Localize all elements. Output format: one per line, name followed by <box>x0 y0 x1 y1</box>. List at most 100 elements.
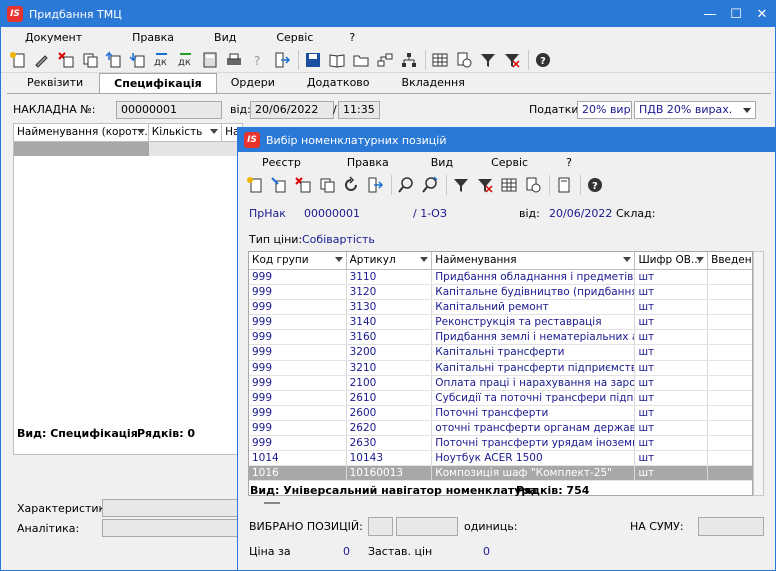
nakl-number-field[interactable]: 00000001 <box>116 101 222 119</box>
folder-icon[interactable] <box>350 49 372 71</box>
filter-icon[interactable] <box>477 49 499 71</box>
edit-icon[interactable] <box>31 49 53 71</box>
dialog-new-icon[interactable] <box>244 174 266 196</box>
history-icon[interactable] <box>453 49 475 71</box>
col-entered[interactable]: Введен <box>708 252 752 269</box>
dialog-edit-icon[interactable] <box>268 174 290 196</box>
tab-requisites[interactable]: Реквізити <box>11 73 99 93</box>
dialog-filter-icon[interactable] <box>450 174 472 196</box>
dialog-copy-icon[interactable] <box>316 174 338 196</box>
tab-specification[interactable]: Специфікація <box>99 73 217 93</box>
print-icon[interactable] <box>223 49 245 71</box>
table-row[interactable]: 999 3160 Придбання землі і нематеріальних … <box>249 330 752 346</box>
tax-type-select[interactable]: ПДВ 20% вирах. <box>634 101 756 119</box>
time-field[interactable]: 11:35 <box>338 101 380 119</box>
dialog-clear-filter-icon[interactable] <box>474 174 496 196</box>
dialog-menu-service[interactable]: Сервіс <box>491 156 528 169</box>
col-name[interactable]: Найменування (корот... <box>14 124 149 141</box>
dialog-delete-icon[interactable] <box>292 174 314 196</box>
table-cell: шт <box>635 375 709 390</box>
hierarchy-icon[interactable] <box>398 49 420 71</box>
nakl-label: НАКЛАДНА №: <box>13 103 96 116</box>
grid-hscroll-thumb[interactable] <box>264 502 280 504</box>
save-icon[interactable] <box>302 49 324 71</box>
spec-grid[interactable]: Найменування (корот... Кількість На <box>13 123 243 455</box>
table-row[interactable]: 9993210Капітальні трансферти підприємств… <box>249 360 752 376</box>
dialog-table-icon[interactable] <box>498 174 520 196</box>
date-field[interactable]: 20/06/2022 <box>250 101 334 119</box>
dialog-refresh-icon[interactable] <box>340 174 362 196</box>
debit-credit-2-icon[interactable]: дк <box>175 49 197 71</box>
move-up-icon[interactable] <box>103 49 125 71</box>
characteristics-field[interactable] <box>102 499 242 517</box>
table-row[interactable]: 999 3110 Придбання обладнання і предметів … <box>249 270 752 286</box>
table-row[interactable]: 999 2600 Поточні трансферти шт <box>249 405 752 421</box>
clear-filter-icon[interactable] <box>501 49 523 71</box>
col-group-code[interactable]: Код групи <box>249 252 347 269</box>
spec-empty-row[interactable] <box>14 142 242 156</box>
menu-document[interactable]: Документ <box>25 31 82 44</box>
table-row[interactable]: 1016 10160013 Композиція шаф "Комплект-25"… <box>249 466 752 482</box>
delete-icon[interactable] <box>55 49 77 71</box>
dialog-menu-edit[interactable]: Правка <box>347 156 389 169</box>
col-ov-code[interactable]: Шифр ОВ... <box>635 252 709 269</box>
col-article[interactable]: Артикул <box>347 252 433 269</box>
dialog-menu-registry[interactable]: Реєстр <box>262 156 301 169</box>
tax-dropdown-icon[interactable] <box>743 108 751 113</box>
table-cell <box>708 406 752 420</box>
analytics-field[interactable] <box>102 519 242 537</box>
link-icon[interactable] <box>374 49 396 71</box>
table-cell: Субсидії та поточні трансфери підпри... <box>432 390 636 405</box>
close-button[interactable]: ✕ <box>749 1 775 27</box>
move-down-icon[interactable] <box>127 49 149 71</box>
table-cell: Придбання обладнання і предметів до... <box>432 270 636 285</box>
dialog-search-next-icon[interactable] <box>419 174 441 196</box>
table-row[interactable]: 9992630Поточні трансферти урядам іноземн… <box>249 436 752 452</box>
table-row[interactable]: 999 3200 Капітальні трансферти шт <box>249 345 752 361</box>
help-icon[interactable]: ? <box>532 49 554 71</box>
grid-vscrollbar[interactable] <box>753 251 764 496</box>
table-row[interactable]: 999 2610 Субсидії та поточні трансфери під… <box>249 390 752 406</box>
new-icon[interactable] <box>7 49 29 71</box>
dialog-exit-icon[interactable] <box>364 174 386 196</box>
dialog-help-icon[interactable]: ? <box>584 174 606 196</box>
col-quantity[interactable]: Кількість <box>149 124 223 141</box>
dialog-document-icon[interactable] <box>553 174 575 196</box>
col-name[interactable]: Найменування <box>432 252 636 269</box>
help-page-icon[interactable]: ? <box>247 49 269 71</box>
tab-orders[interactable]: Ордери <box>217 73 289 93</box>
menu-edit[interactable]: Правка <box>132 31 174 44</box>
minimize-button[interactable]: — <box>697 1 723 27</box>
nomenclature-grid[interactable]: Код групи Артикул Найменування Шифр ОВ..… <box>248 251 753 496</box>
copy-icon[interactable] <box>79 49 101 71</box>
book-icon[interactable] <box>326 49 348 71</box>
menu-help[interactable]: ? <box>349 31 355 44</box>
svg-text:?: ? <box>254 54 260 68</box>
menu-service[interactable]: Сервіс <box>276 31 313 44</box>
dialog-search-icon[interactable] <box>395 174 417 196</box>
dialog-history-icon[interactable] <box>522 174 544 196</box>
table-row[interactable]: 1014 10143 Ноутбук ACER 1500 шт <box>249 451 752 467</box>
dialog-date-label: від: <box>519 207 540 220</box>
maximize-button[interactable]: ☐ <box>723 1 749 27</box>
tab-additional[interactable]: Додатково <box>289 73 388 93</box>
tab-attachments[interactable]: Вкладення <box>388 73 479 93</box>
menu-view[interactable]: Вид <box>214 31 236 44</box>
table-row[interactable]: 9992620оточні трансферти органам державн… <box>249 420 752 437</box>
calculator-icon[interactable] <box>199 49 221 71</box>
svg-text:дк: дк <box>154 57 167 68</box>
dialog-menu-help[interactable]: ? <box>566 156 572 169</box>
exit-icon[interactable] <box>271 49 293 71</box>
table-cell: Придбання землі і нематеріальних ак... <box>432 330 636 345</box>
table-row[interactable]: 999 2100 Оплата праці і нарахування на зар… <box>249 375 752 391</box>
table-cell: 3210 <box>347 360 433 375</box>
table-row[interactable]: 999 3140 Реконструкція та реставрація шт <box>249 315 752 331</box>
price-type-value: Собівартість <box>302 233 375 246</box>
table-row[interactable]: 999 3130 Капітальний ремонт шт <box>249 300 752 316</box>
tax-rate-field[interactable]: 20% вир <box>577 101 632 119</box>
debit-credit-icon[interactable]: дк <box>151 49 173 71</box>
dialog-menu-view[interactable]: Вид <box>431 156 453 169</box>
table-icon[interactable] <box>429 49 451 71</box>
table-cell: шт <box>635 270 709 285</box>
table-row[interactable]: 999 3120 Капітальне будівництво (придбання… <box>249 285 752 301</box>
